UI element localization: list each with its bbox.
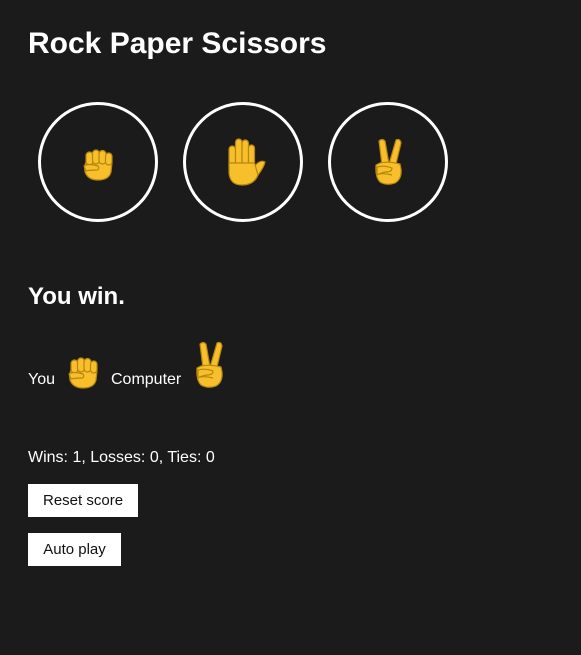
fist-emoji-icon <box>68 357 98 389</box>
computer-label: Computer <box>111 371 182 388</box>
victory-hand-emoji-icon <box>375 138 402 185</box>
you-label: You <box>28 371 55 388</box>
rock-button[interactable] <box>38 102 158 222</box>
reset-score-button[interactable]: Reset score <box>28 484 138 517</box>
auto-play-button[interactable]: Auto play <box>28 533 121 566</box>
scissors-button[interactable] <box>328 102 448 222</box>
result-text: You win. <box>28 283 125 310</box>
score-text: Wins: 1, Losses: 0, Ties: 0 <box>28 449 215 466</box>
raised-hand-emoji-icon <box>228 138 266 186</box>
paper-button[interactable] <box>183 102 303 222</box>
move-buttons <box>38 102 448 222</box>
picks-display: You Computer <box>28 336 229 390</box>
victory-hand-emoji-icon <box>196 341 223 388</box>
page-title: Rock Paper Scissors <box>28 27 327 60</box>
fist-emoji-icon <box>83 149 113 181</box>
